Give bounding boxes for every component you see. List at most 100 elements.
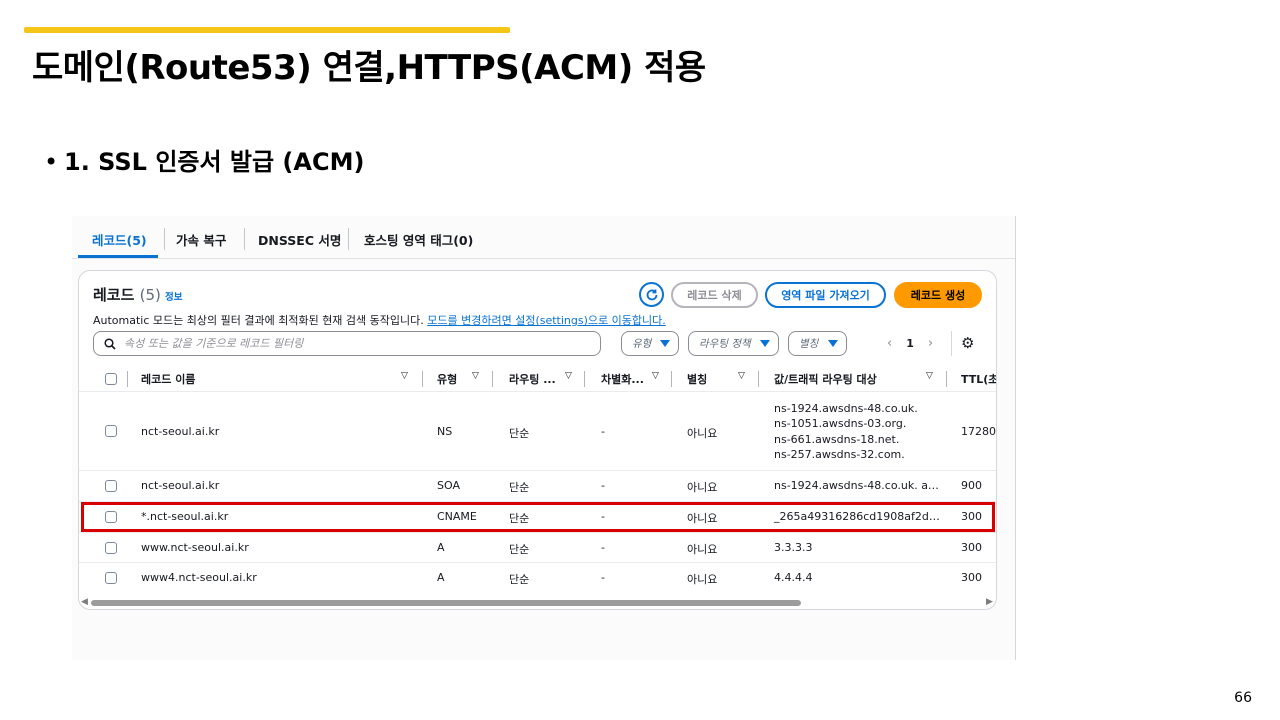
tab-records[interactable]: 레코드(5) <box>92 230 147 249</box>
import-zone-file-button[interactable]: 영역 파일 가져오기 <box>765 282 886 308</box>
col-differentiator[interactable]: 차별화... <box>601 371 644 387</box>
column-divider <box>671 371 672 387</box>
record-name[interactable]: nct-seoul.ai.kr <box>141 425 219 438</box>
next-page-icon[interactable]: › <box>928 336 933 351</box>
bullet-dot: • <box>44 148 59 176</box>
routing-policy: 단순 <box>509 512 530 525</box>
scroll-right-icon[interactable]: ▶ <box>986 597 993 607</box>
record-name[interactable]: www4.nct-seoul.ai.kr <box>141 571 257 584</box>
routing-filter-label: 라우팅 정책 <box>699 338 751 350</box>
bullet-item: • 1. SSL 인증서 발급 (ACM) <box>44 142 364 177</box>
tab-accelerated-recovery[interactable]: 가속 복구 <box>176 230 226 249</box>
alias: 아니요 <box>687 543 718 556</box>
alias-filter-label: 별칭 <box>799 338 819 350</box>
ttl: 900 <box>961 479 982 492</box>
tab-hosted-zone-tags[interactable]: 호스팅 영역 태그(0) <box>364 230 473 249</box>
record-type: SOA <box>437 479 460 492</box>
row-checkbox[interactable] <box>105 425 117 437</box>
tab-dnssec-signing[interactable]: DNSSEC 서명 <box>258 230 341 249</box>
sort-icon[interactable]: ▽ <box>401 371 408 381</box>
current-page[interactable]: 1 <box>906 337 914 350</box>
row-checkbox[interactable] <box>105 572 117 584</box>
settings-link[interactable]: 모드를 변경하려면 설정(settings)으로 이동합니다. <box>427 314 665 327</box>
search-mode-description: Automatic 모드는 최상의 필터 결과에 최적화된 현재 검색 동작입니… <box>93 312 666 328</box>
col-record-name[interactable]: 레코드 이름 <box>141 371 195 387</box>
record-value: 4.4.4.4 <box>774 571 813 584</box>
search-input[interactable] <box>124 337 584 350</box>
panel-title: 레코드 (5) <box>93 284 161 305</box>
dropdown-caret-icon <box>660 340 670 347</box>
routing-policy: 단순 <box>509 543 530 556</box>
record-type: NS <box>437 425 453 438</box>
routing-policy-filter-select[interactable]: 라우팅 정책 <box>688 331 779 356</box>
table-row[interactable]: *.nct-seoul.ai.kr CNAME 단순 - 아니요 _265a49… <box>79 501 996 532</box>
tab-bar-border <box>72 258 1015 259</box>
record-type: A <box>437 541 445 554</box>
refresh-icon <box>646 289 657 300</box>
sort-icon[interactable]: ▽ <box>738 371 745 381</box>
record-name[interactable]: www.nct-seoul.ai.kr <box>141 541 249 554</box>
info-link[interactable]: 정보 <box>165 289 182 303</box>
tab-divider <box>348 228 349 250</box>
record-count: (5) <box>139 286 161 304</box>
differentiator: - <box>601 541 605 554</box>
title-accent-bar <box>24 27 510 33</box>
record-name[interactable]: nct-seoul.ai.kr <box>141 479 219 492</box>
sort-icon[interactable]: ▽ <box>472 371 479 381</box>
row-checkbox[interactable] <box>105 542 117 554</box>
type-filter-select[interactable]: 유형 <box>621 331 679 356</box>
col-ttl[interactable]: TTL(초) <box>961 371 996 387</box>
table-row[interactable]: nct-seoul.ai.kr SOA 단순 - 아니요 ns-1924.aws… <box>79 470 996 501</box>
routing-policy: 단순 <box>509 427 530 440</box>
delete-record-button[interactable]: 레코드 삭제 <box>671 282 758 308</box>
routing-policy: 단순 <box>509 481 530 494</box>
value-line: ns-661.awsdns-18.net. <box>774 432 900 446</box>
sort-icon[interactable]: ▽ <box>652 371 659 381</box>
record-name[interactable]: *.nct-seoul.ai.kr <box>141 510 228 523</box>
value-line: ns-257.awsdns-32.com. <box>774 447 905 461</box>
ttl: 300 <box>961 510 982 523</box>
differentiator: - <box>601 425 605 438</box>
ttl: 300 <box>961 571 982 584</box>
alias: 아니요 <box>687 573 718 586</box>
table-row[interactable]: www.nct-seoul.ai.kr A 단순 - 아니요 3.3.3.3 3… <box>79 532 996 562</box>
col-type[interactable]: 유형 <box>437 371 457 387</box>
row-checkbox[interactable] <box>105 511 117 523</box>
dropdown-caret-icon <box>760 340 770 347</box>
differentiator: - <box>601 510 605 523</box>
record-value: _265a49316286cd1908af2d… <box>774 510 940 523</box>
table-header: 레코드 이름 ▽ 유형 ▽ 라우팅 ... ▽ 차별화... ▽ 별칭 ▽ 값/… <box>79 367 996 391</box>
select-all-checkbox[interactable] <box>105 373 117 385</box>
sort-icon[interactable]: ▽ <box>926 371 933 381</box>
sort-icon[interactable]: ▽ <box>565 371 572 381</box>
alias: 아니요 <box>687 481 718 494</box>
col-routing[interactable]: 라우팅 ... <box>509 371 556 387</box>
pager-divider <box>951 331 952 356</box>
column-divider <box>758 371 759 387</box>
tab-bar: 레코드(5) 가속 복구 DNSSEC 서명 호스팅 영역 태그(0) <box>72 216 1015 260</box>
column-divider <box>946 371 947 387</box>
gear-icon[interactable]: ⚙ <box>961 334 974 352</box>
record-value: 3.3.3.3 <box>774 541 813 554</box>
table-row[interactable]: www4.nct-seoul.ai.kr A 단순 - 아니요 4.4.4.4 … <box>79 562 996 593</box>
table-row[interactable]: nct-seoul.ai.kr NS 단순 - 아니요 ns-1924.awsd… <box>79 391 996 470</box>
tab-divider <box>244 228 245 250</box>
col-value[interactable]: 값/트래픽 라우팅 대상 <box>774 371 877 387</box>
record-search-box[interactable] <box>93 331 601 356</box>
slide-title: 도메인(Route53) 연결,HTTPS(ACM) 적용 <box>32 48 706 88</box>
col-alias[interactable]: 별칭 <box>687 371 707 387</box>
horizontal-scrollbar[interactable] <box>91 600 801 606</box>
route53-screenshot: 레코드(5) 가속 복구 DNSSEC 서명 호스팅 영역 태그(0) 레코드 … <box>72 216 1016 660</box>
column-divider <box>127 371 128 387</box>
value-line: ns-1051.awsdns-03.org. <box>774 417 907 431</box>
create-record-button[interactable]: 레코드 생성 <box>894 282 982 308</box>
prev-page-icon[interactable]: ‹ <box>887 336 892 351</box>
alias-filter-select[interactable]: 별칭 <box>788 331 847 356</box>
alias: 아니요 <box>687 427 718 440</box>
ttl: 172800 <box>961 425 996 438</box>
routing-policy: 단순 <box>509 573 530 586</box>
refresh-button[interactable] <box>639 282 664 307</box>
row-checkbox[interactable] <box>105 480 117 492</box>
scroll-left-icon[interactable]: ◀ <box>81 597 88 607</box>
search-icon <box>104 337 116 350</box>
